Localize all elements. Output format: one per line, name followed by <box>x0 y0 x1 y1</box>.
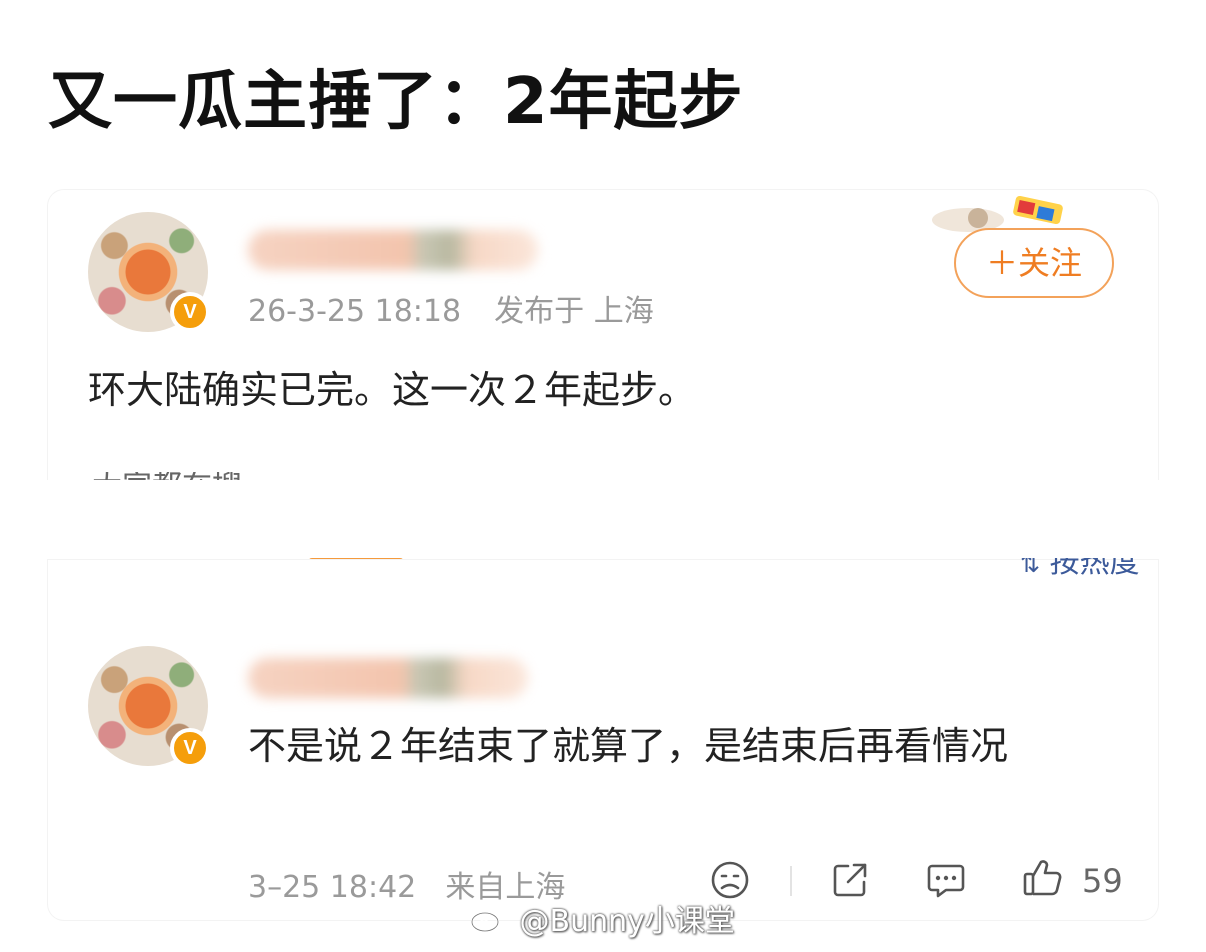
section-gap <box>0 480 1206 560</box>
poster-name-blurred[interactable] <box>248 230 538 270</box>
post-card: V 26-3-25 18:18 发布于 上海 ＋关注 环大陆确实已完。这一次２年… <box>48 190 1158 482</box>
comment-text: 不是说２年结束了就算了，是结束后再看情况 <box>248 724 1009 768</box>
sort-icon: ⇅ <box>1020 558 1041 578</box>
post-location: 发布于 上海 <box>494 294 654 329</box>
like-count: 59 <box>1082 862 1123 900</box>
share-button[interactable] <box>826 856 874 904</box>
share-icon <box>833 863 867 897</box>
post-timestamp: 26-3-25 18:18 <box>248 294 462 329</box>
sort-label: 按热度 <box>1049 558 1140 580</box>
comment-card: ⇅ 按热度 V 不是说２年结束了就算了，是结束后再看情况 3–25 18:42 … <box>48 558 1158 920</box>
follow-button[interactable]: ＋关注 <box>954 228 1114 298</box>
action-divider <box>790 866 792 896</box>
post-text: 环大陆确实已完。这一次２年起步。 <box>88 368 697 412</box>
weibo-logo-icon <box>470 905 504 941</box>
watermark-text: @Bunny小课堂 <box>519 904 735 939</box>
commenter-name-blurred[interactable] <box>248 658 528 698</box>
page-headline: 又一瓜主捶了：2年起步 <box>48 65 744 139</box>
sort-by-heat-partial[interactable]: ⇅ 按热度 <box>1020 558 1140 580</box>
thumbs-up-icon <box>1023 860 1062 896</box>
comment-button[interactable] <box>922 856 970 904</box>
comment-icon <box>927 864 965 898</box>
verified-badge-icon: V <box>170 728 210 768</box>
post-meta: 26-3-25 18:18 发布于 上海 <box>248 286 654 330</box>
verified-badge-icon: V <box>170 292 210 332</box>
comment-time: 3–25 18:42 <box>248 870 417 905</box>
watermark: @Bunny小课堂 <box>470 896 735 941</box>
like-button[interactable] <box>1018 854 1066 902</box>
